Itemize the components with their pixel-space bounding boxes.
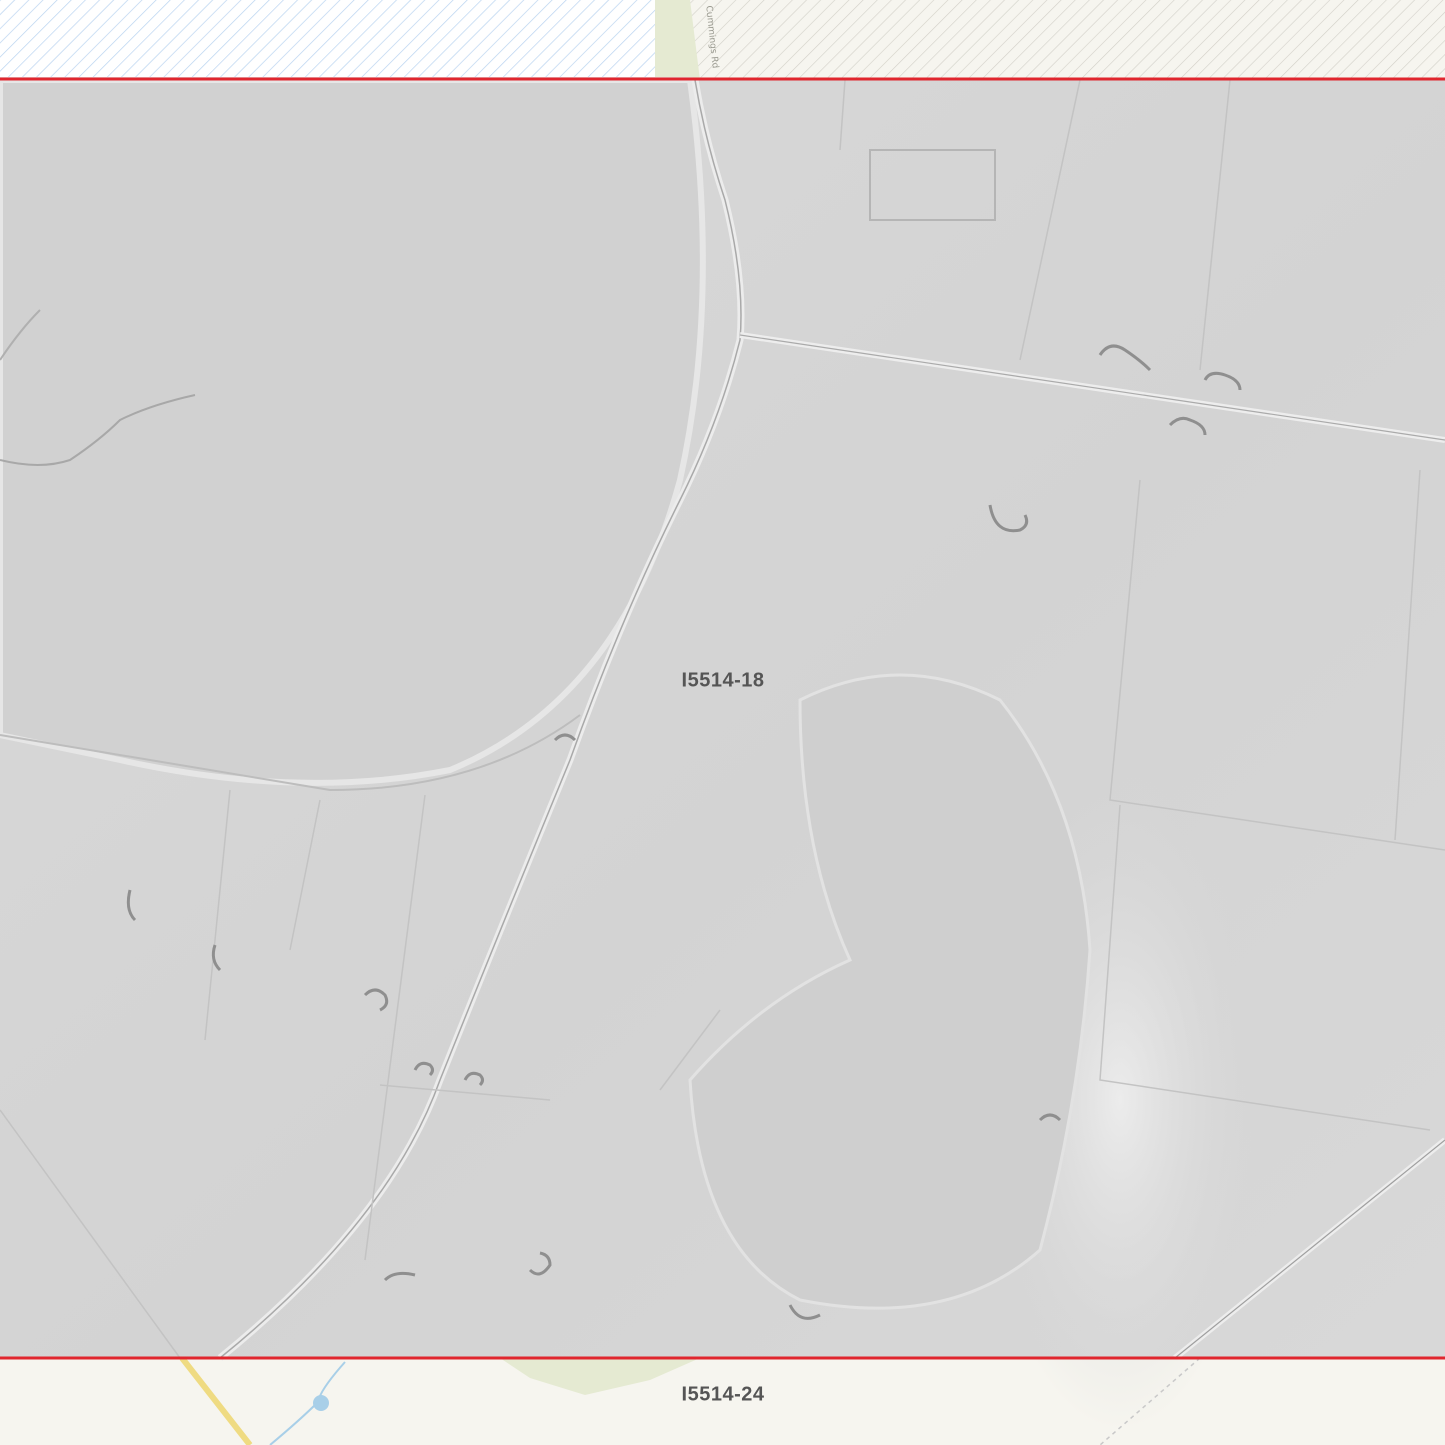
hillshade-tile[interactable] <box>0 77 1445 1430</box>
map-canvas[interactable] <box>0 0 1445 1445</box>
basemap-top <box>0 0 1445 80</box>
tile-label-adjacent[interactable]: I5514-24 <box>682 1384 765 1407</box>
tile-label-current[interactable]: I5514-18 <box>682 670 765 693</box>
